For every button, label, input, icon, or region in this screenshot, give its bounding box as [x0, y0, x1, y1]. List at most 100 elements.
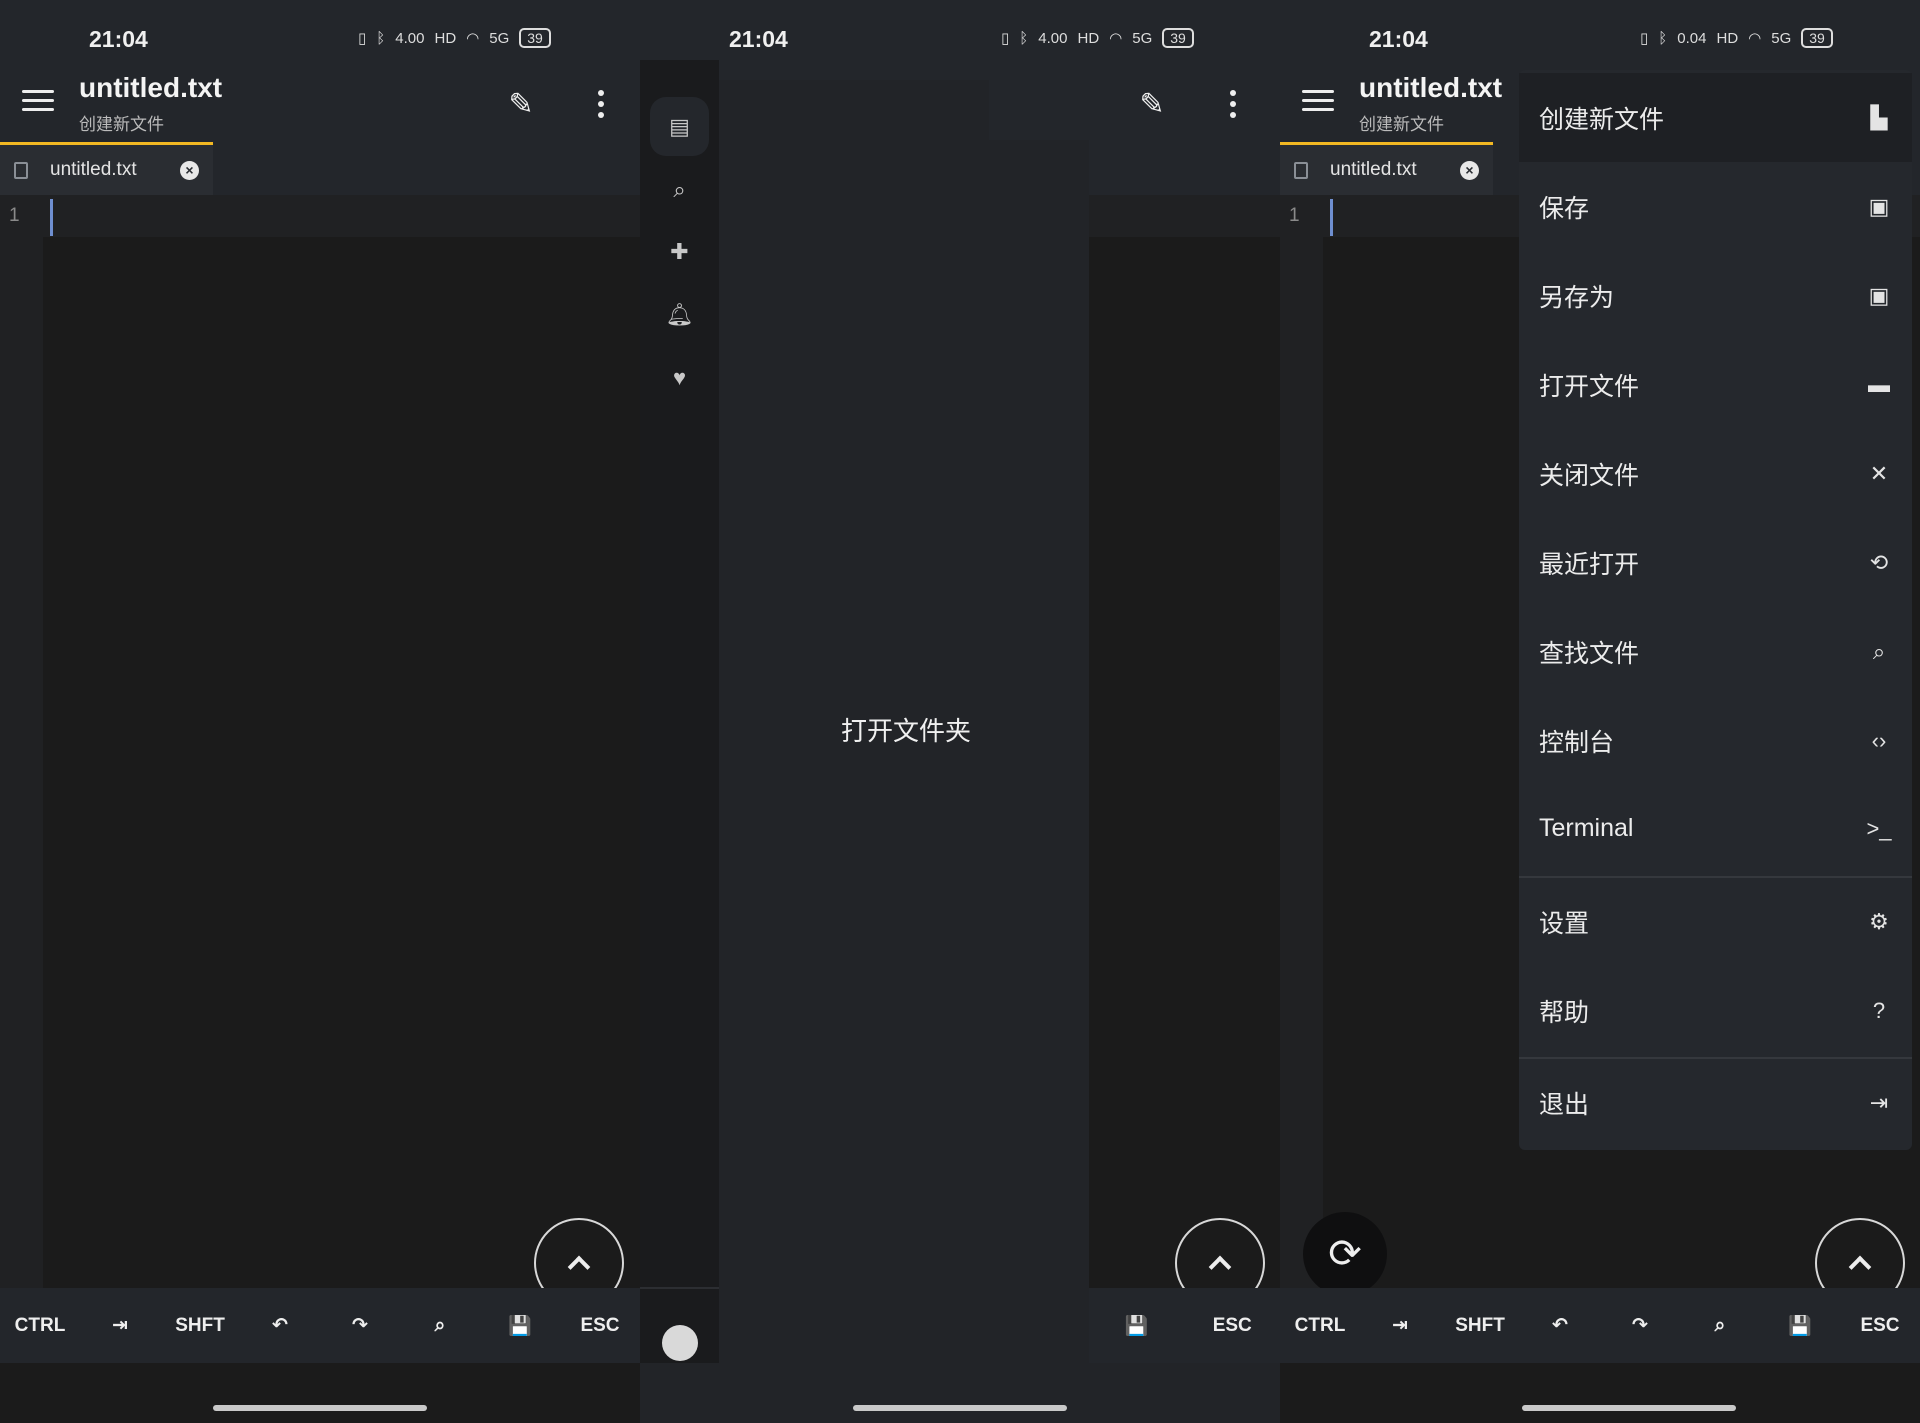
menu-item-save-as[interactable]: 另存为 ▣ [1519, 251, 1912, 340]
menu-item-label: 创建新文件 [1539, 105, 1665, 134]
battery-level: 39 [519, 28, 551, 48]
menu-item-label: 另存为 [1539, 283, 1615, 312]
menu-item-find-file[interactable]: 查找文件 ⌕ [1519, 607, 1912, 696]
file-tab[interactable]: untitled.txt × [1280, 142, 1493, 195]
save-icon[interactable]: 💾 [1760, 1314, 1840, 1338]
home-indicator[interactable] [1522, 1405, 1736, 1411]
rotate-screen-icon[interactable]: ⟳ [1303, 1212, 1387, 1296]
file-title: untitled.txt [1359, 72, 1503, 103]
undo-icon[interactable]: ↶ [240, 1314, 320, 1337]
more-vert-icon[interactable] [589, 84, 613, 124]
hd-badge: HD [434, 29, 457, 47]
vibrate-icon: ▯ [1640, 30, 1649, 47]
key-shift[interactable]: SHFT [160, 1315, 240, 1337]
exit-icon: ⇥ [1869, 1089, 1889, 1115]
extra-keys-bar-partial: 💾 ESC [1089, 1288, 1280, 1363]
line-number: 1 [1289, 205, 1300, 226]
search-icon: ⌕ [1872, 638, 1886, 664]
menu-icon[interactable] [1302, 90, 1334, 114]
overflow-menu: 创建新文件 ▙ 保存 ▣ 另存为 ▣ 打开文件 ▬ 关闭文件 ✕ 最近打开 ⟲ … [1519, 70, 1912, 1150]
code-icon: ‹› [1871, 727, 1887, 753]
extra-keys-bar: CTRL ⇥ SHFT ↶ ↷ ⌕ 💾 ESC [1280, 1288, 1920, 1363]
menu-item-label: 帮助 [1539, 998, 1590, 1027]
bluetooth-icon: ᛒ [1019, 29, 1029, 47]
chevron-up-icon [1848, 1255, 1872, 1279]
file-subtitle: 创建新文件 [79, 115, 164, 134]
line-number: 1 [9, 205, 20, 226]
file-tabs: untitled.txt × [0, 140, 640, 195]
file-tab[interactable]: untitled.txt × [0, 142, 213, 195]
menu-icon[interactable] [22, 90, 54, 114]
editor-panel: 21:04 ▯ ᛒ 4.00 HD ◠ 5G 39 untitled.txt 创… [0, 0, 640, 1423]
key-shift[interactable]: SHFT [1440, 1315, 1520, 1337]
extensions-icon[interactable]: ✚ [650, 222, 709, 281]
key-ctrl[interactable]: CTRL [0, 1315, 80, 1337]
search-icon[interactable]: ⌕ [1680, 1315, 1760, 1337]
key-esc[interactable]: ESC [560, 1315, 640, 1337]
status-time: 21:04 [729, 26, 788, 52]
app-bar-partial: ✎ [989, 60, 1280, 140]
save-as-icon: ▣ [1868, 282, 1890, 308]
menu-item-recent[interactable]: 最近打开 ⟲ [1519, 518, 1912, 607]
close-tab-icon[interactable]: × [1460, 161, 1479, 180]
new-file-icon: ▙ [1870, 104, 1888, 130]
undo-icon[interactable]: ↶ [1520, 1314, 1600, 1337]
menu-item-settings[interactable]: 设置 ⚙ [1519, 877, 1912, 966]
close-icon: ✕ [1869, 460, 1889, 486]
search-icon[interactable]: ⌕ [400, 1315, 480, 1337]
extra-keys-bar: CTRL ⇥ SHFT ↶ ↷ ⌕ 💾 ESC [0, 1288, 640, 1363]
key-ctrl[interactable]: CTRL [1280, 1315, 1360, 1337]
key-tab[interactable]: ⇥ [80, 1314, 160, 1337]
status-time: 21:04 [1369, 26, 1428, 52]
account-icon[interactable] [662, 1325, 698, 1361]
status-icons: ▯ ᛒ 4.00 HD ◠ 5G 39 [358, 28, 551, 48]
key-tab[interactable]: ⇥ [1360, 1314, 1440, 1337]
home-indicator[interactable] [853, 1405, 1067, 1411]
text-cursor[interactable] [1330, 199, 1333, 236]
key-esc[interactable]: ESC [1185, 1315, 1281, 1337]
menu-item-label: 查找文件 [1539, 639, 1640, 668]
key-esc[interactable]: ESC [1840, 1315, 1920, 1337]
vibrate-icon: ▯ [358, 30, 367, 47]
favorites-icon[interactable]: ♥ [650, 348, 709, 407]
menu-item-terminal[interactable]: Terminal >_ [1519, 784, 1912, 873]
net-speed: 4.00 [395, 29, 425, 47]
file-tabs-partial [1089, 140, 1280, 195]
menu-item-help[interactable]: 帮助 ? [1519, 966, 1912, 1055]
menu-item-exit[interactable]: 退出 ⇥ [1519, 1058, 1912, 1147]
text-cursor[interactable] [50, 199, 53, 236]
line-gutter [0, 195, 43, 1323]
menu-item-new-file[interactable]: 创建新文件 ▙ [1519, 73, 1912, 162]
redo-icon[interactable]: ↷ [1600, 1314, 1680, 1337]
signal-label: 5G [1132, 29, 1153, 47]
edit-icon[interactable]: ✎ [501, 84, 541, 124]
search-icon[interactable]: ⌕ [650, 160, 709, 219]
battery-level: 39 [1801, 28, 1833, 48]
menu-item-console[interactable]: 控制台 ‹› [1519, 696, 1912, 785]
help-icon: ? [1872, 997, 1886, 1023]
status-time: 21:04 [89, 26, 148, 52]
redo-icon[interactable]: ↷ [320, 1314, 400, 1337]
drawer-panel: 21:04 ▯ ᛒ 4.00 HD ◠ 5G 39 ▤ ⌕ ✚ 🔔︎ ♥ 打开文… [640, 0, 1280, 1423]
folder-icon: ▬ [1868, 371, 1890, 397]
rail-divider [640, 1287, 719, 1289]
menu-item-label: 设置 [1539, 909, 1590, 938]
save-icon: ▣ [1868, 193, 1890, 219]
home-indicator[interactable] [213, 1405, 427, 1411]
hd-badge: HD [1077, 29, 1100, 47]
menu-item-save[interactable]: 保存 ▣ [1519, 162, 1912, 251]
more-vert-icon[interactable] [1221, 84, 1245, 124]
menu-item-close-file[interactable]: 关闭文件 ✕ [1519, 429, 1912, 518]
notifications-icon[interactable]: 🔔︎ [650, 285, 709, 344]
current-line-highlight [0, 195, 640, 237]
save-icon[interactable]: 💾 [480, 1314, 560, 1338]
files-icon[interactable]: ▤ [650, 97, 709, 156]
menu-item-open-file[interactable]: 打开文件 ▬ [1519, 340, 1912, 429]
edit-icon[interactable]: ✎ [1132, 84, 1172, 124]
file-icon [14, 161, 28, 179]
line-gutter [1280, 195, 1323, 1323]
save-icon[interactable]: 💾 [1089, 1314, 1185, 1338]
current-line-highlight [1089, 195, 1280, 237]
net-speed: 0.04 [1677, 29, 1707, 47]
close-tab-icon[interactable]: × [180, 161, 199, 180]
